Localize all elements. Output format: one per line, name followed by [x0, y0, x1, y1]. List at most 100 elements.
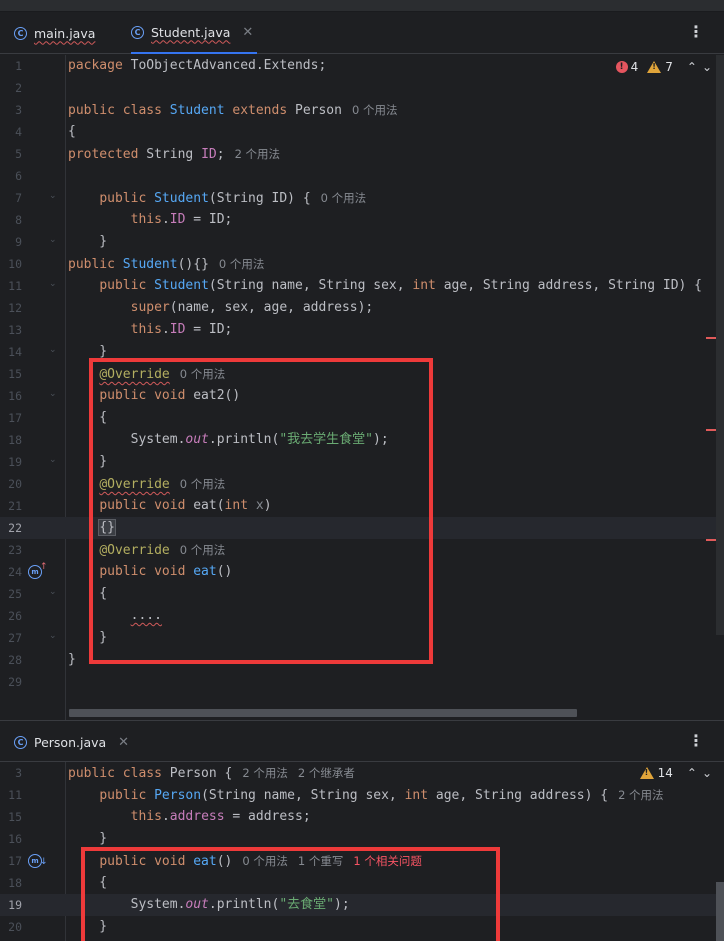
- line-number[interactable]: 5: [0, 143, 22, 165]
- code-line[interactable]: 8 this.ID = ID;: [0, 209, 716, 231]
- line-number[interactable]: 6: [0, 165, 22, 187]
- code-line[interactable]: 11 public Person(String name, String sex…: [0, 784, 716, 806]
- java-class-icon: C: [14, 26, 27, 40]
- bottom-tab-bar: C Person.java ✕ ⋮: [0, 720, 724, 762]
- gutter-arrow-icon: ↑: [40, 562, 48, 572]
- line-number[interactable]: 17: [0, 407, 22, 429]
- line-number[interactable]: 18: [0, 872, 22, 894]
- line-number[interactable]: 15: [0, 806, 22, 828]
- close-icon[interactable]: ✕: [242, 25, 253, 40]
- code-line[interactable]: 4{: [0, 121, 716, 143]
- code-text[interactable]: this.ID = ID;: [68, 319, 233, 341]
- line-number[interactable]: 26: [0, 605, 22, 627]
- line-number[interactable]: 12: [0, 297, 22, 319]
- java-class-icon: C: [14, 735, 27, 749]
- code-text[interactable]: protected String ID; 2 个用法: [68, 143, 280, 166]
- code-line[interactable]: 3 public class Student extends Person 0 个用…: [0, 99, 716, 121]
- line-number[interactable]: 25: [0, 583, 22, 605]
- fold-icon[interactable]: ⌄: [49, 235, 57, 245]
- code-text[interactable]: }: [68, 231, 107, 253]
- code-line[interactable]: 2: [0, 77, 716, 99]
- fold-icon[interactable]: ⌄: [49, 191, 57, 201]
- line-number[interactable]: 11: [0, 784, 22, 806]
- fold-icon[interactable]: ⌄: [49, 345, 57, 355]
- tab-label: Student.java: [151, 24, 231, 40]
- highlight-box-person: [81, 847, 500, 941]
- code-line[interactable]: 29: [0, 671, 716, 693]
- code-line[interactable]: 7 ⌄ public Student(String ID) {0 个用法: [0, 187, 716, 209]
- line-number[interactable]: 24: [0, 561, 22, 583]
- top-tab-bar: C main.java C Student.java ✕ ⋮: [0, 12, 724, 54]
- line-number[interactable]: 15: [0, 363, 22, 385]
- code-line[interactable]: 12 super(name, sex, age, address);: [0, 297, 716, 319]
- java-class-icon: C: [131, 25, 144, 39]
- code-line[interactable]: 15 this.address = address;: [0, 806, 716, 828]
- tab-label: main.java: [34, 25, 96, 41]
- code-text[interactable]: public Student(String ID) {0 个用法: [68, 187, 366, 210]
- gutter-arrow-icon: ↓: [40, 857, 48, 867]
- line-number[interactable]: 20: [0, 916, 22, 938]
- code-line[interactable]: 3 public class Person {2 个用法 2 个继承者: [0, 762, 716, 784]
- line-number[interactable]: 11: [0, 275, 22, 297]
- vertical-scrollbar-thumb[interactable]: [716, 882, 724, 941]
- fold-icon[interactable]: ⌄: [49, 279, 57, 289]
- close-icon[interactable]: ✕: [118, 735, 129, 750]
- code-text[interactable]: package ToObjectAdvanced.Extends;: [68, 55, 326, 77]
- tab-main-java[interactable]: C main.java: [14, 12, 95, 54]
- line-number[interactable]: 16: [0, 828, 22, 850]
- line-number[interactable]: 9: [0, 231, 22, 253]
- line-number[interactable]: 23: [0, 539, 22, 561]
- more-options-icon[interactable]: ⋮: [688, 24, 704, 40]
- line-number[interactable]: 29: [0, 671, 22, 693]
- line-number[interactable]: 8: [0, 209, 22, 231]
- line-number[interactable]: 3: [0, 762, 22, 784]
- line-number[interactable]: 27: [0, 627, 22, 649]
- code-text[interactable]: this.ID = ID;: [68, 209, 233, 231]
- code-text[interactable]: public Student(){} 0 个用法: [68, 253, 264, 276]
- fold-icon[interactable]: ⌄: [49, 631, 57, 641]
- tab-person-java[interactable]: C Person.java ✕: [14, 721, 129, 763]
- fold-icon[interactable]: ⌄: [49, 455, 57, 465]
- line-number[interactable]: 18: [0, 429, 22, 451]
- code-text[interactable]: super(name, sex, age, address);: [68, 297, 374, 319]
- line-number[interactable]: 1: [0, 55, 22, 77]
- code-line[interactable]: 1 package ToObjectAdvanced.Extends;: [0, 55, 716, 77]
- code-text[interactable]: public Student(String name, String sex, …: [68, 275, 702, 297]
- tab-label: Person.java: [34, 734, 107, 750]
- line-number[interactable]: 2: [0, 77, 22, 99]
- line-number[interactable]: 21: [0, 495, 22, 517]
- code-text[interactable]: public Person(String name, String sex, i…: [68, 784, 663, 807]
- line-number[interactable]: 10: [0, 253, 22, 275]
- code-line[interactable]: 9 ⌄ }: [0, 231, 716, 253]
- tab-student-java[interactable]: C Student.java ✕: [131, 12, 258, 54]
- line-number[interactable]: 4: [0, 121, 22, 143]
- line-number[interactable]: 7: [0, 187, 22, 209]
- line-number[interactable]: 28: [0, 649, 22, 671]
- more-options-icon[interactable]: ⋮: [688, 733, 704, 749]
- code-text[interactable]: this.address = address;: [68, 806, 311, 828]
- line-number[interactable]: 20: [0, 473, 22, 495]
- fold-icon[interactable]: ⌄: [49, 587, 57, 597]
- code-line[interactable]: 6: [0, 165, 716, 187]
- code-line[interactable]: 5 protected String ID; 2 个用法: [0, 143, 716, 165]
- line-number[interactable]: 17: [0, 850, 22, 872]
- horizontal-scrollbar[interactable]: [69, 709, 577, 717]
- code-text[interactable]: }: [68, 649, 76, 671]
- line-number[interactable]: 19: [0, 451, 22, 473]
- line-number[interactable]: 19: [0, 894, 22, 916]
- line-number[interactable]: 22: [0, 517, 22, 539]
- highlight-box-student: [89, 358, 433, 664]
- code-text[interactable]: {: [68, 121, 76, 143]
- line-number[interactable]: 14: [0, 341, 22, 363]
- code-line[interactable]: 13 this.ID = ID;: [0, 319, 716, 341]
- window-top-strip: [0, 0, 724, 12]
- line-number[interactable]: 16: [0, 385, 22, 407]
- fold-icon[interactable]: ⌄: [49, 389, 57, 399]
- line-number[interactable]: 13: [0, 319, 22, 341]
- code-text[interactable]: public class Student extends Person 0 个用法: [68, 99, 397, 122]
- code-line[interactable]: 11 ⌄ public Student(String name, String s…: [0, 275, 716, 297]
- code-text[interactable]: public class Person {2 个用法 2 个继承者: [68, 762, 355, 785]
- code-line[interactable]: 10 public Student(){} 0 个用法: [0, 253, 716, 275]
- vertical-scrollbar[interactable]: [716, 55, 724, 635]
- line-number[interactable]: 3: [0, 99, 22, 121]
